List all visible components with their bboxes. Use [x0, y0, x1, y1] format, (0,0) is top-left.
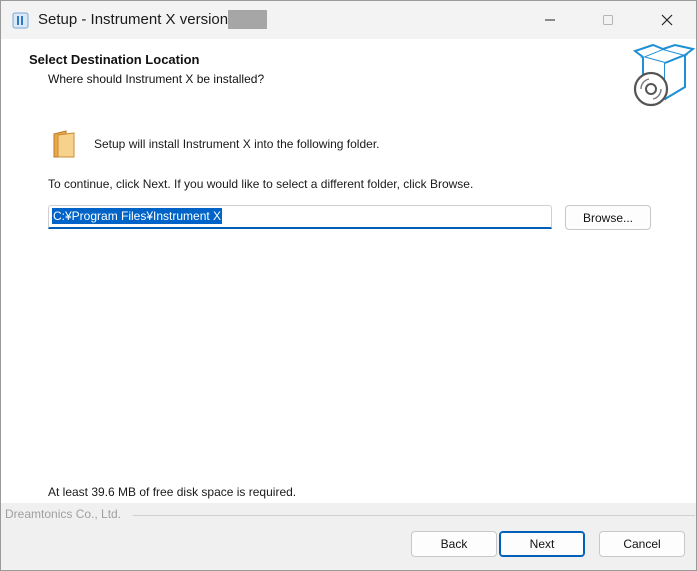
browse-button[interactable]: Browse...	[565, 205, 651, 230]
page-title: Select Destination Location	[29, 52, 200, 67]
footer-divider	[133, 515, 695, 516]
next-button[interactable]: Next	[499, 531, 585, 557]
install-box-disc-icon	[629, 43, 696, 109]
back-button[interactable]: Back	[411, 531, 497, 557]
wizard-header: Select Destination Location Where should…	[1, 39, 696, 113]
title-bar[interactable]: Setup - Instrument X version	[1, 1, 696, 39]
page-subtitle: Where should Instrument X be installed?	[48, 72, 265, 86]
setup-window: Setup - Instrument X version Select Dest…	[0, 0, 697, 571]
maximize-icon	[603, 15, 613, 25]
redacted-version	[228, 10, 267, 29]
minimize-icon	[545, 19, 555, 21]
close-button[interactable]	[644, 1, 690, 39]
path-value: C:¥Program Files¥Instrument X	[52, 208, 223, 224]
brand-label: Dreamtonics Co., Ltd.	[5, 507, 122, 521]
folder-icon	[51, 129, 77, 159]
continue-instructions: To continue, click Next. If you would li…	[48, 177, 474, 191]
window-title: Setup - Instrument X version	[38, 11, 229, 28]
disk-space-text: At least 39.6 MB of free disk space is r…	[48, 485, 297, 499]
wizard-content: Setup will install Instrument X into the…	[1, 113, 696, 503]
close-icon	[661, 14, 673, 26]
maximize-button[interactable]	[585, 1, 631, 39]
folder-info-text: Setup will install Instrument X into the…	[94, 137, 380, 151]
destination-path-input[interactable]: C:¥Program Files¥Instrument X	[48, 205, 552, 229]
wizard-footer: Dreamtonics Co., Ltd. Back Next Cancel	[1, 503, 696, 570]
setup-app-icon	[12, 12, 29, 29]
cancel-button[interactable]: Cancel	[599, 531, 685, 557]
minimize-button[interactable]	[527, 1, 573, 39]
